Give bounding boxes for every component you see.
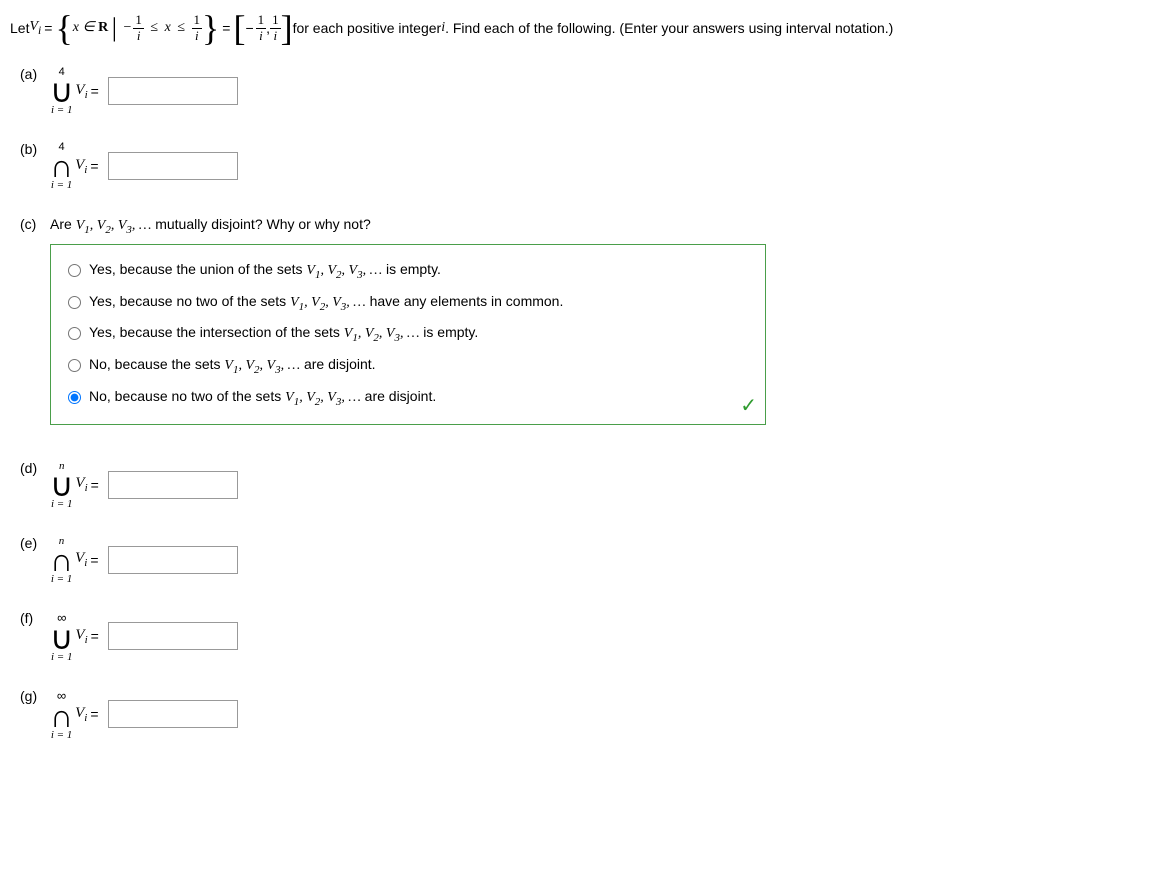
part-b-label: (b) <box>20 141 50 157</box>
intersect-operator-e: n ∩ i = 1 <box>50 535 73 585</box>
vi-g: Vi <box>75 705 87 724</box>
union-icon: ∪ <box>50 73 73 109</box>
answer-input-a[interactable] <box>108 77 238 105</box>
option-text-0: Yes, because the union of the sets V1, V… <box>89 261 441 281</box>
rbracket-icon: ] <box>281 10 293 46</box>
intersect-operator: 4 ∩ i = 1 <box>50 141 73 191</box>
vi-f: Vi <box>75 627 87 646</box>
intersect-icon: ∩ <box>50 542 73 578</box>
rbrace-icon: } <box>202 10 219 46</box>
part-c-question: (c) Are V1, V2, V3, … mutually disjoint?… <box>50 216 1144 236</box>
part-a: (a) 4 ∪ i = 1 Vi = <box>20 66 1144 116</box>
vi-symbol: Vi <box>29 19 41 37</box>
mc-option-2[interactable]: Yes, because the intersection of the set… <box>63 318 753 350</box>
option-text-4: No, because no two of the sets V1, V2, V… <box>89 388 436 408</box>
answer-input-e[interactable] <box>108 546 238 574</box>
frac-2: 1i <box>192 13 203 43</box>
mc-option-0[interactable]: Yes, because the union of the sets V1, V… <box>63 255 753 287</box>
option-text-3: No, because the sets V1, V2, V3, … are d… <box>89 356 376 376</box>
part-d-label: (d) <box>20 460 50 476</box>
mc-option-3[interactable]: No, because the sets V1, V2, V3, … are d… <box>63 350 753 382</box>
answer-input-b[interactable] <box>108 152 238 180</box>
union-operator: 4 ∪ i = 1 <box>50 66 73 116</box>
radio-3[interactable] <box>68 359 81 372</box>
mc-option-4[interactable]: No, because no two of the sets V1, V2, V… <box>63 382 753 414</box>
intro-pre: Let <box>10 20 29 36</box>
part-c-label: (c) <box>20 216 50 236</box>
mc-option-1[interactable]: Yes, because no two of the sets V1, V2, … <box>63 287 753 319</box>
part-d: (d) n ∪ i = 1 Vi = <box>20 460 1144 510</box>
part-e: (e) n ∩ i = 1 Vi = <box>20 535 1144 585</box>
question-intro: Let Vi = { x ∈ R | −1i ≤ x ≤ 1i } = [ −1… <box>10 10 1144 46</box>
equals: = <box>44 20 52 36</box>
check-icon: ✓ <box>740 393 757 418</box>
vi-b: Vi <box>75 157 87 176</box>
radio-2[interactable] <box>68 327 81 340</box>
radio-0[interactable] <box>68 264 81 277</box>
union-operator-d: n ∪ i = 1 <box>50 460 73 510</box>
mc-answer-box: Yes, because the union of the sets V1, V… <box>50 244 766 425</box>
part-f-label: (f) <box>20 610 50 626</box>
frac-4: 1i <box>270 13 281 43</box>
union-operator-f: ∞ ∪ i = 1 <box>50 610 73 663</box>
intro-post: for each positive integer <box>293 20 442 36</box>
part-a-label: (a) <box>20 66 50 82</box>
vi-d: Vi <box>75 475 87 494</box>
v-list: V1, V2, V3, … <box>76 218 152 233</box>
answer-input-f[interactable] <box>108 622 238 650</box>
union-icon: ∪ <box>50 620 73 656</box>
part-c: (c) Are V1, V2, V3, … mutually disjoint?… <box>10 216 1144 425</box>
part-g: (g) ∞ ∩ i = 1 Vi = <box>20 688 1144 741</box>
union-icon: ∪ <box>50 467 73 503</box>
lbracket-icon: [ <box>233 10 245 46</box>
mid-bar-icon: | <box>112 13 124 42</box>
radio-1[interactable] <box>68 296 81 309</box>
vi-e: Vi <box>75 550 87 569</box>
vi-a: Vi <box>75 82 87 101</box>
part-b: (b) 4 ∩ i = 1 Vi = <box>20 141 1144 191</box>
radio-4[interactable] <box>68 391 81 404</box>
frac-1: 1i <box>133 13 144 43</box>
answer-input-d[interactable] <box>108 471 238 499</box>
option-text-2: Yes, because the intersection of the set… <box>89 324 478 344</box>
part-g-label: (g) <box>20 688 50 704</box>
intersect-operator-g: ∞ ∩ i = 1 <box>50 688 73 741</box>
option-text-1: Yes, because no two of the sets V1, V2, … <box>89 293 563 313</box>
part-f: (f) ∞ ∪ i = 1 Vi = <box>20 610 1144 663</box>
intersect-icon: ∩ <box>50 148 73 184</box>
answer-input-g[interactable] <box>108 700 238 728</box>
frac-3: 1i <box>256 13 267 43</box>
part-e-label: (e) <box>20 535 50 551</box>
intersect-icon: ∩ <box>50 698 73 734</box>
setbuilder: x ∈ R | −1i ≤ x ≤ 1i <box>73 13 202 43</box>
lbrace-icon: { <box>55 10 72 46</box>
